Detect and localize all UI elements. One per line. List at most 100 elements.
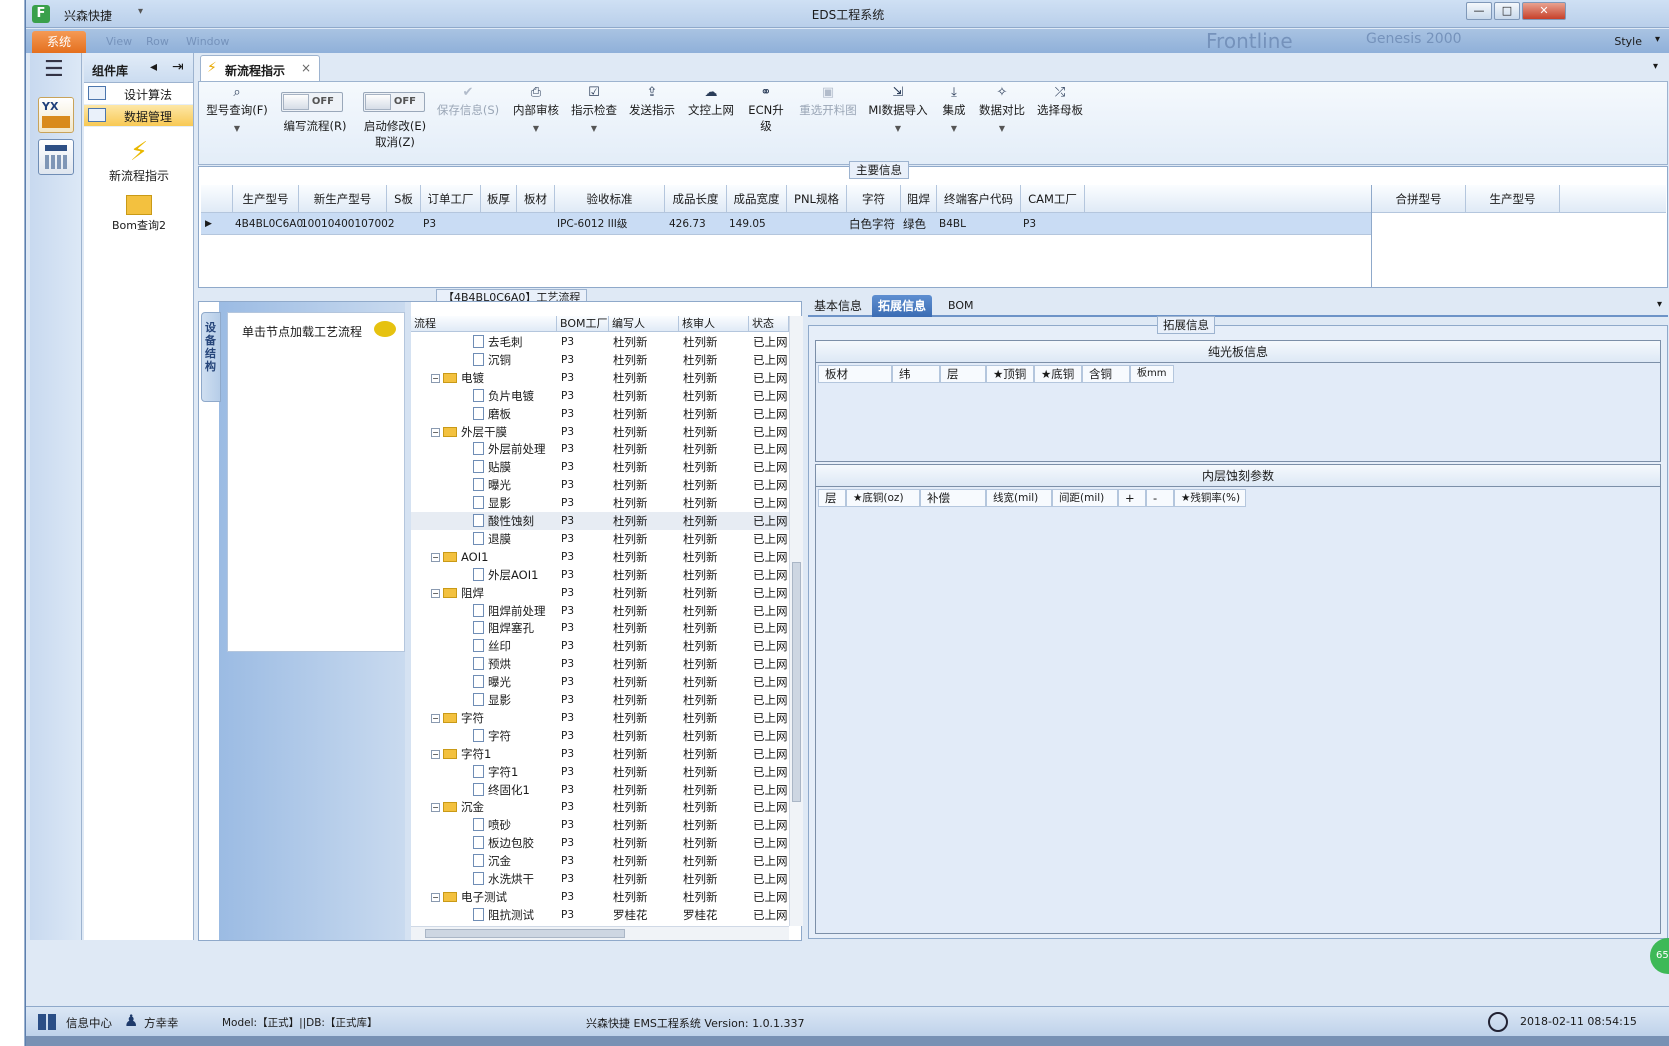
tree-row[interactable]: 板边包胶 P3 杜列新 杜列新 已上网 — [411, 834, 789, 852]
column-header[interactable]: 阻焊 — [901, 185, 937, 213]
tree-row[interactable]: − 外层干膜 P3 杜列新 杜列新 已上网 — [411, 423, 789, 441]
select-motherboard-button[interactable]: ⤮ 选择母板 — [1035, 84, 1085, 118]
column-header[interactable]: 生产型号 — [233, 185, 299, 213]
column-header[interactable]: 含铜 — [1082, 365, 1130, 383]
tree-row[interactable]: 退膜 P3 杜列新 杜列新 已上网 — [411, 530, 789, 548]
collapse-toggle-icon[interactable]: − — [431, 892, 440, 902]
column-header[interactable]: ★残铜率(%) — [1174, 489, 1246, 507]
hamburger-menu-icon[interactable]: ☰ — [44, 59, 64, 81]
tree-row[interactable]: 沉铜 P3 杜列新 杜列新 已上网 — [411, 351, 789, 369]
tree-row[interactable]: 字符1 P3 杜列新 杜列新 已上网 — [411, 763, 789, 781]
model-query-button[interactable]: ⌕ 型号查询(F) ▼ — [205, 84, 269, 133]
collapse-toggle-icon[interactable]: − — [431, 552, 440, 562]
tree-row[interactable]: 丝印 P3 杜列新 杜列新 已上网 — [411, 637, 789, 655]
info-center-link[interactable]: 信息中心 — [66, 1015, 112, 1031]
style-menu[interactable]: Style — [1614, 35, 1642, 48]
mi-data-import-button[interactable]: ⇲ MI数据导入 ▼ — [867, 84, 929, 133]
minimize-button[interactable]: — — [1466, 2, 1492, 20]
component-item-data-management[interactable]: 数据管理 — [84, 105, 193, 127]
collapse-toggle-icon[interactable]: − — [431, 803, 440, 813]
dropdown-caret-icon[interactable]: ▼ — [511, 124, 561, 133]
column-header[interactable]: 间距(mil) — [1052, 489, 1118, 507]
column-header[interactable]: ★顶铜 — [986, 365, 1034, 383]
tab-device-structure[interactable]: 设备结构 — [201, 312, 221, 402]
column-header[interactable]: 验收标准 — [555, 185, 665, 213]
dropdown-caret-icon[interactable]: ▼ — [205, 124, 269, 133]
tab-list-caret-icon[interactable]: ▾ — [1657, 299, 1662, 310]
component-item-design-algorithm[interactable]: 设计算法 — [84, 83, 193, 105]
column-header[interactable]: 终端客户代码 — [937, 185, 1021, 213]
column-header[interactable]: 板mm — [1130, 365, 1174, 383]
close-button[interactable]: ✕ — [1522, 2, 1566, 20]
tree-row[interactable]: 外层AOI1 P3 杜列新 杜列新 已上网 — [411, 566, 789, 584]
tree-row[interactable]: 沉金 P3 杜列新 杜列新 已上网 — [411, 852, 789, 870]
column-header[interactable]: 流程 — [411, 316, 557, 332]
tab-new-flow-instruction[interactable]: ⚡ 新流程指示 × — [200, 55, 320, 81]
column-header[interactable]: 线宽(mil) — [986, 489, 1052, 507]
tab-close-icon[interactable]: × — [301, 61, 311, 75]
column-header[interactable]: BOM工厂 — [557, 316, 609, 332]
tree-row[interactable]: 显影 P3 杜列新 杜列新 已上网 — [411, 494, 789, 512]
tree-row[interactable]: 水洗烘干 P3 杜列新 杜列新 已上网 — [411, 870, 789, 888]
save-info-button[interactable]: ✔ 保存信息(S) — [435, 84, 501, 118]
tree-row[interactable]: 显影 P3 杜列新 杜列新 已上网 — [411, 691, 789, 709]
tree-row[interactable]: − 阻焊 P3 杜列新 杜列新 已上网 — [411, 584, 789, 602]
tree-row[interactable]: 喷砂 P3 杜列新 杜列新 已上网 — [411, 816, 789, 834]
column-header[interactable]: 成品长度 — [665, 185, 727, 213]
tab-extended-info[interactable]: 拓展信息 — [872, 295, 933, 317]
dropdown-caret-icon[interactable]: ▼ — [569, 124, 619, 133]
tree-row[interactable]: 字符 P3 杜列新 杜列新 已上网 — [411, 727, 789, 745]
collapse-toggle-icon[interactable]: − — [431, 373, 440, 383]
column-header[interactable]: 核审人 — [679, 316, 749, 332]
column-header[interactable]: 补偿 — [920, 489, 986, 507]
column-header[interactable]: PNL规格 — [787, 185, 847, 213]
column-header[interactable]: 板厚 — [481, 185, 517, 213]
column-header[interactable]: CAM工厂 — [1021, 185, 1085, 213]
collapse-left-icon[interactable]: ◂ — [150, 59, 157, 75]
maximize-button[interactable]: □ — [1494, 2, 1520, 20]
collapse-toggle-icon[interactable]: − — [431, 427, 440, 437]
column-header[interactable]: 成品宽度 — [727, 185, 787, 213]
column-header[interactable]: S板 — [387, 185, 421, 213]
instruction-check-button[interactable]: ☑ 指示检查 ▼ — [569, 84, 619, 133]
apps-grid-icon[interactable] — [38, 1014, 56, 1030]
tree-row[interactable]: 贴膜 P3 杜列新 杜列新 已上网 — [411, 458, 789, 476]
tab-bom[interactable]: BOM — [942, 295, 980, 317]
column-header[interactable]: 状态 — [749, 316, 789, 332]
tree-row[interactable]: 曝光 P3 杜列新 杜列新 已上网 — [411, 476, 789, 494]
tree-row[interactable]: − 字符1 P3 杜列新 杜列新 已上网 — [411, 745, 789, 763]
column-header[interactable]: 订单工厂 — [421, 185, 481, 213]
calculator-icon[interactable] — [38, 139, 74, 175]
tree-row[interactable]: 去毛刺 P3 杜列新 杜列新 已上网 — [411, 333, 789, 351]
doc-control-online-button[interactable]: ☁ 文控上网 — [685, 84, 737, 118]
tree-row[interactable]: 负片电镀 P3 杜列新 杜列新 已上网 — [411, 387, 789, 405]
tree-row[interactable]: − 字符 P3 杜列新 杜列新 已上网 — [411, 709, 789, 727]
floating-badge[interactable]: 65 — [1650, 938, 1669, 974]
tab-basic-info[interactable]: 基本信息 — [808, 295, 868, 317]
tree-row[interactable]: 磨板 P3 杜列新 杜列新 已上网 — [411, 405, 789, 423]
column-header[interactable]: + — [1118, 489, 1146, 507]
column-header[interactable]: 合拼型号 — [1372, 185, 1466, 213]
bom-query-launcher[interactable]: Bom查询2 — [84, 193, 194, 233]
scroll-thumb[interactable] — [425, 929, 625, 938]
pin-exit-icon[interactable]: ⇥ — [172, 59, 184, 75]
tree-row[interactable]: 曝光 P3 杜列新 杜列新 已上网 — [411, 673, 789, 691]
column-header[interactable]: 板材 — [517, 185, 555, 213]
column-header[interactable]: 层 — [940, 365, 986, 383]
column-header[interactable]: - — [1146, 489, 1174, 507]
tab-list-caret-icon[interactable]: ▾ — [1653, 61, 1658, 72]
scroll-thumb[interactable] — [792, 562, 801, 802]
dropdown-caret-icon[interactable]: ▼ — [977, 124, 1027, 133]
dropdown-caret-icon[interactable]: ▼ — [867, 124, 929, 133]
horizontal-scrollbar[interactable] — [411, 926, 789, 940]
start-modify-toggle[interactable]: OFF — [363, 92, 425, 112]
tree-row[interactable]: 阻焊塞孔 P3 杜列新 杜列新 已上网 — [411, 619, 789, 637]
tree-row[interactable]: − AOI1 P3 杜列新 杜列新 已上网 — [411, 548, 789, 566]
tree-row[interactable]: 酸性蚀刻 P3 杜列新 杜列新 已上网 — [411, 512, 789, 530]
tree-row[interactable]: − 电子测试 P3 杜列新 杜列新 已上网 — [411, 888, 789, 906]
system-tab[interactable]: 系统 — [32, 31, 86, 53]
tree-row[interactable]: 预烘 P3 杜列新 杜列新 已上网 — [411, 655, 789, 673]
tree-row[interactable]: 外层前处理 P3 杜列新 杜列新 已上网 — [411, 440, 789, 458]
column-header[interactable]: ★底铜(oz) — [846, 489, 920, 507]
column-header[interactable]: 新生产型号 — [299, 185, 387, 213]
